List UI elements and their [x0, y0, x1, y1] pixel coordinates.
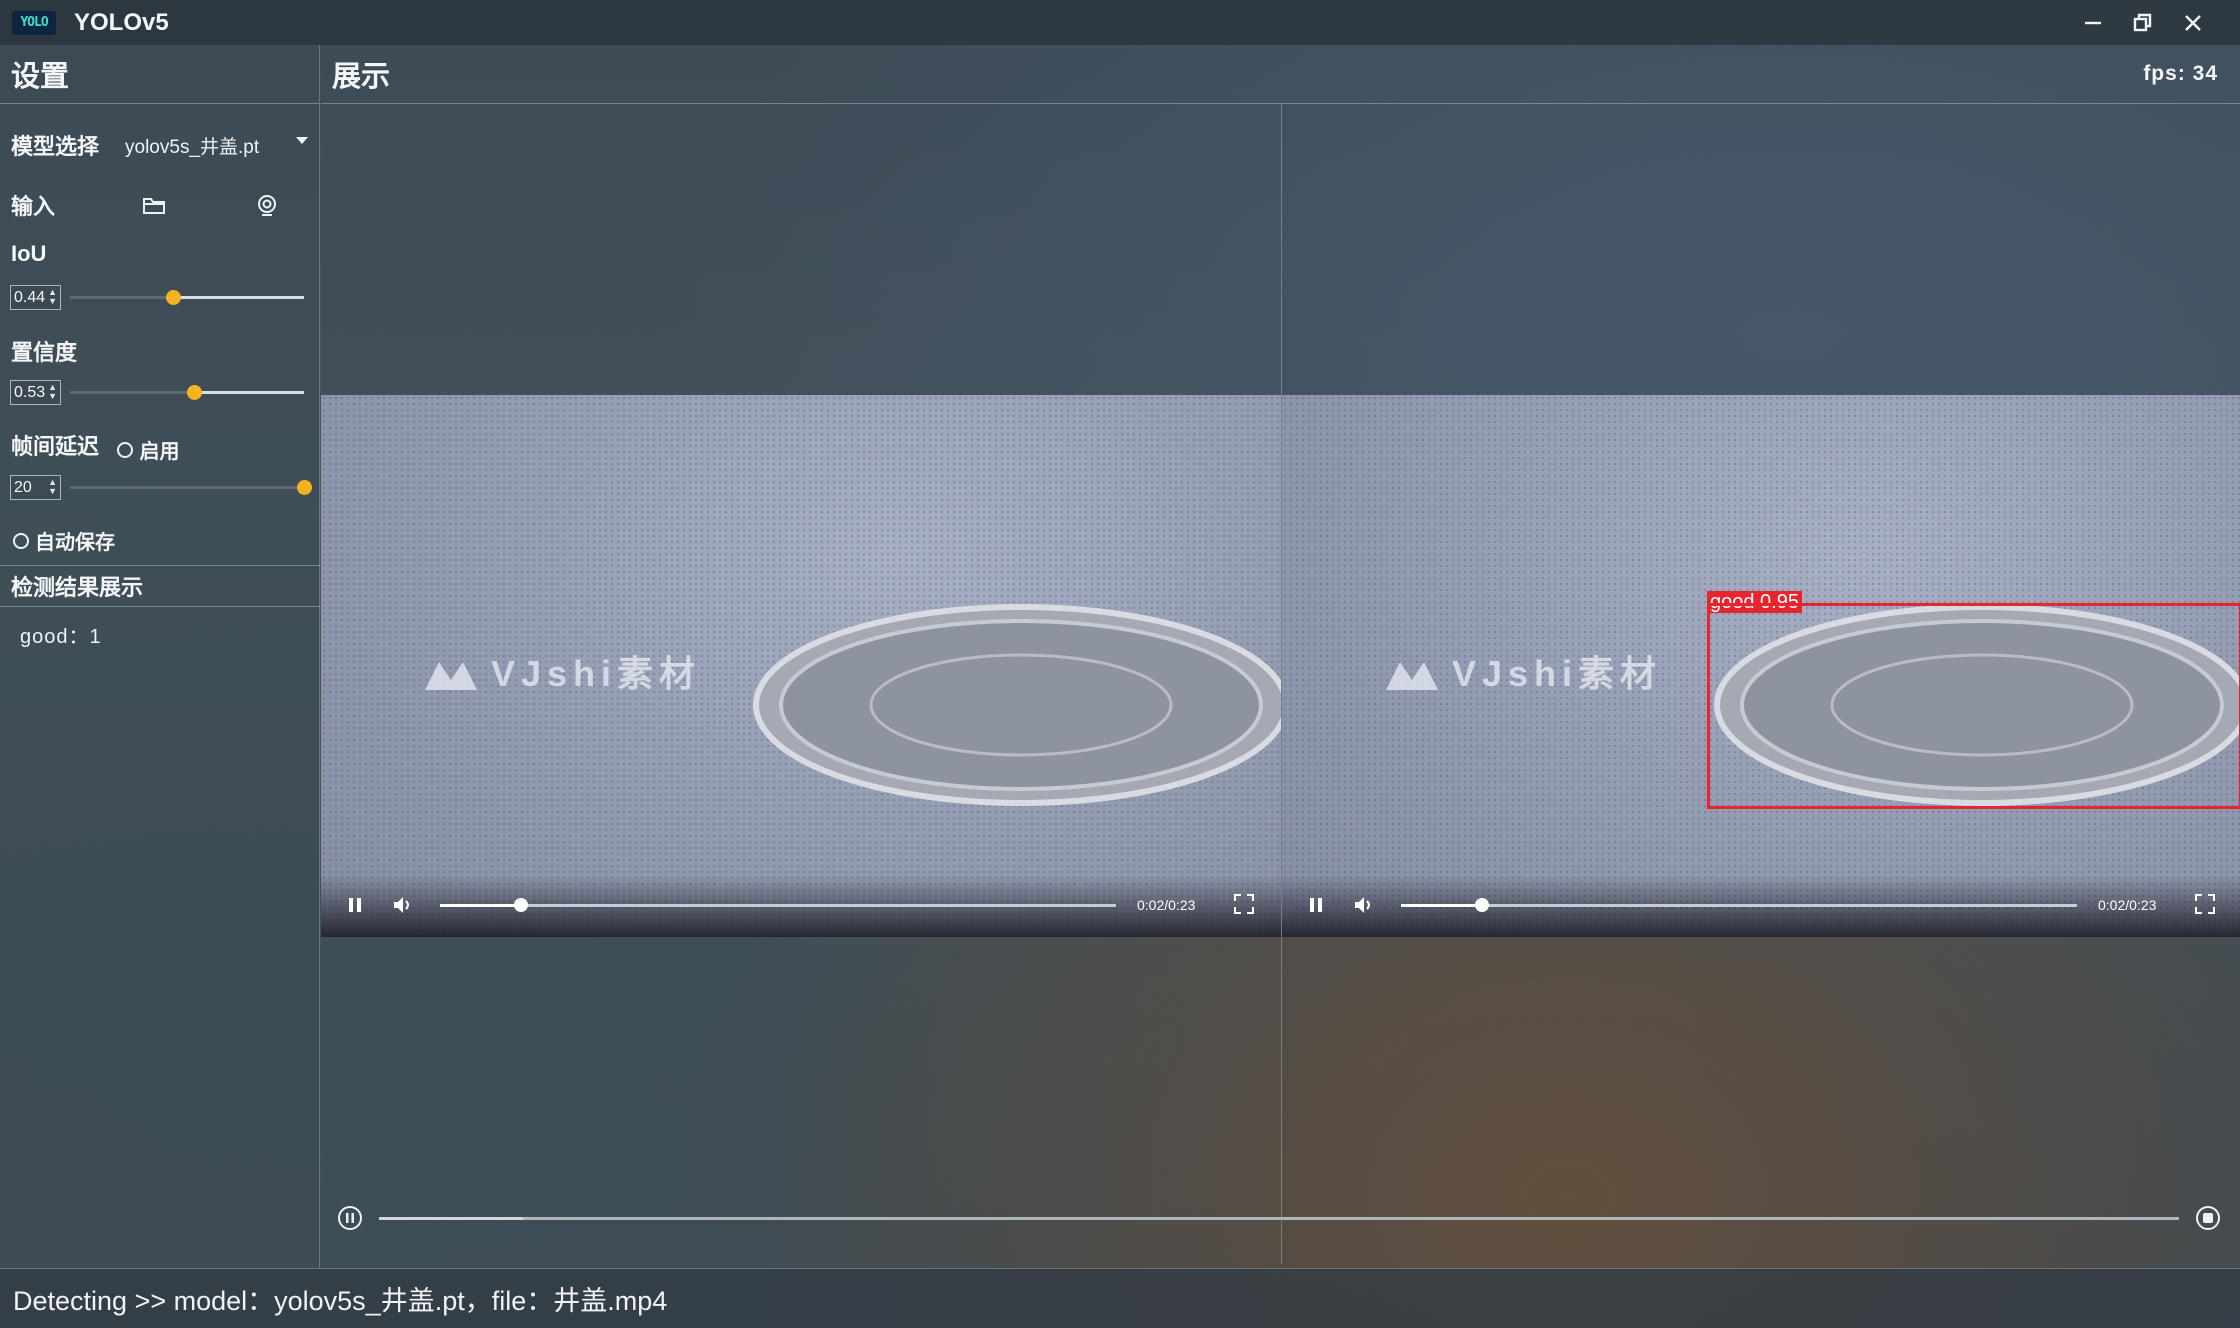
playback-progress-fill — [379, 1217, 523, 1220]
minimize-button[interactable] — [2068, 0, 2118, 45]
watermark-text: VJshi素材 — [1452, 653, 1663, 694]
settings-title: 设置 — [0, 45, 319, 104]
pause-button[interactable] — [1308, 895, 1324, 920]
status-bar: Detecting >> model：yolov5s_井盖.pt，file：井盖… — [0, 1268, 2240, 1328]
iou-label: IoU — [11, 241, 47, 266]
watermark-logo-icon — [425, 662, 477, 691]
confidence-value: 0.53 — [14, 384, 46, 401]
video-seek-bar[interactable] — [1401, 898, 2077, 912]
close-icon — [2185, 14, 2201, 31]
video-watermark: VJshi素材 — [1382, 645, 1662, 697]
frame-delay-row: 帧间延迟 启用 — [11, 429, 311, 464]
frame-delay-slider[interactable] — [70, 480, 312, 495]
app-title: YOLOv5 — [74, 8, 169, 36]
video-seek-fill — [1401, 904, 1483, 907]
playback-controls — [321, 1197, 2240, 1239]
video-watermark: VJshi素材 — [421, 645, 701, 697]
video-seek-fill — [440, 904, 522, 907]
confidence-spinbox[interactable]: 0.53 ▲ ▼ — [10, 380, 61, 405]
radio-icon[interactable] — [13, 532, 29, 549]
volume-button[interactable] — [1352, 893, 1376, 922]
play-pause-button[interactable] — [337, 1205, 363, 1231]
manhole-cover-image — [753, 604, 1281, 806]
title-bar: YOLO YOLOv5 — [0, 0, 2240, 45]
volume-button[interactable] — [391, 893, 415, 922]
volume-icon — [1355, 897, 1370, 913]
fullscreen-icon — [2195, 894, 2215, 914]
frame-delay-slider-fill — [70, 486, 304, 489]
confidence-slider-handle[interactable] — [187, 385, 203, 400]
video-time: 0:02/0:23 — [1137, 897, 1196, 913]
detection-box — [1707, 603, 2240, 809]
folder-icon — [143, 198, 165, 214]
open-file-button[interactable] — [137, 189, 171, 223]
display-title: 展示 — [321, 45, 2240, 104]
video-seek-bar[interactable] — [440, 898, 1116, 912]
frame-delay-slider-handle[interactable] — [297, 480, 312, 495]
close-button[interactable] — [2168, 0, 2218, 45]
minimize-icon — [2085, 21, 2101, 24]
results-title: 检测结果展示 — [0, 565, 320, 607]
confidence-slider[interactable] — [70, 385, 304, 400]
autosave-toggle[interactable]: 自动保存 — [13, 526, 313, 555]
iou-slider-handle[interactable] — [165, 290, 181, 305]
detection-video[interactable]: VJshi素材 good 0.95 0:02/0:23 — [1282, 395, 2240, 937]
webcam-icon — [258, 195, 276, 216]
fullscreen-button[interactable] — [2194, 893, 2216, 920]
confidence-label: 置信度 — [11, 340, 78, 365]
model-select-label: 模型选择 — [11, 134, 100, 159]
frame-delay-spinbox[interactable]: 20 ▲ ▼ — [10, 475, 61, 500]
model-select-row: 模型选择 yolov5s_井盖.pt — [0, 125, 320, 165]
settings-sidebar: 设置 模型选择 yolov5s_井盖.pt 输入 IoU 0.44 ▲ ▼ 置信度… — [0, 45, 320, 1268]
model-select-dropdown[interactable]: yolov5s_井盖.pt — [125, 132, 259, 159]
pause-button[interactable] — [347, 895, 363, 920]
restore-button[interactable] — [2118, 0, 2168, 45]
frame-delay-toggle-label: 启用 — [139, 441, 180, 464]
spin-arrows-icon[interactable]: ▲ ▼ — [48, 288, 57, 306]
radio-icon[interactable] — [117, 441, 134, 458]
result-item: good：1 — [20, 626, 102, 648]
iou-spinbox[interactable]: 0.44 ▲ ▼ — [10, 285, 61, 310]
pause-icon — [1310, 898, 1322, 912]
input-label: 输入 — [11, 194, 56, 219]
restore-icon — [2133, 13, 2152, 31]
video-seek-handle[interactable] — [1475, 898, 1490, 912]
frame-delay-value: 20 — [14, 479, 32, 496]
pause-circle-icon — [338, 1206, 362, 1230]
input-row: 输入 — [0, 185, 320, 225]
iou-slider-fill — [70, 296, 173, 299]
stop-button[interactable] — [2195, 1205, 2221, 1231]
playback-progress-bar[interactable] — [379, 1217, 2179, 1220]
video-controls: 0:02/0:23 — [321, 875, 1281, 937]
video-time: 0:02/0:23 — [2098, 897, 2157, 913]
autosave-label: 自动保存 — [35, 532, 115, 554]
watermark-text: VJshi素材 — [491, 653, 702, 694]
iou-slider[interactable] — [70, 290, 304, 305]
stop-circle-icon — [2196, 1206, 2220, 1230]
watermark-logo-icon — [1386, 662, 1438, 691]
window-controls — [2068, 0, 2218, 45]
spin-arrows-icon[interactable]: ▲ ▼ — [48, 478, 57, 496]
volume-icon — [394, 897, 409, 913]
dropdown-arrow-icon[interactable] — [296, 137, 308, 144]
frame-delay-toggle[interactable]: 启用 — [117, 441, 179, 463]
iou-value: 0.44 — [14, 289, 46, 306]
display-panel: 展示 fps: 34 VJshi素材 0:02/0:23 VJshi素材 goo… — [321, 45, 2240, 1268]
open-camera-button[interactable] — [250, 189, 284, 223]
video-controls: 0:02/0:23 — [1282, 875, 2240, 937]
fullscreen-button[interactable] — [1233, 893, 1255, 920]
pause-icon — [349, 898, 361, 912]
fullscreen-icon — [1234, 894, 1254, 914]
app-logo: YOLO — [12, 10, 56, 35]
fps-readout: fps: 34 — [2143, 62, 2218, 85]
spin-arrows-icon[interactable]: ▲ ▼ — [48, 383, 57, 401]
confidence-slider-fill — [70, 391, 195, 394]
frame-delay-label: 帧间延迟 — [11, 434, 100, 459]
video-seek-handle[interactable] — [514, 898, 529, 912]
original-video[interactable]: VJshi素材 0:02/0:23 — [321, 395, 1281, 937]
